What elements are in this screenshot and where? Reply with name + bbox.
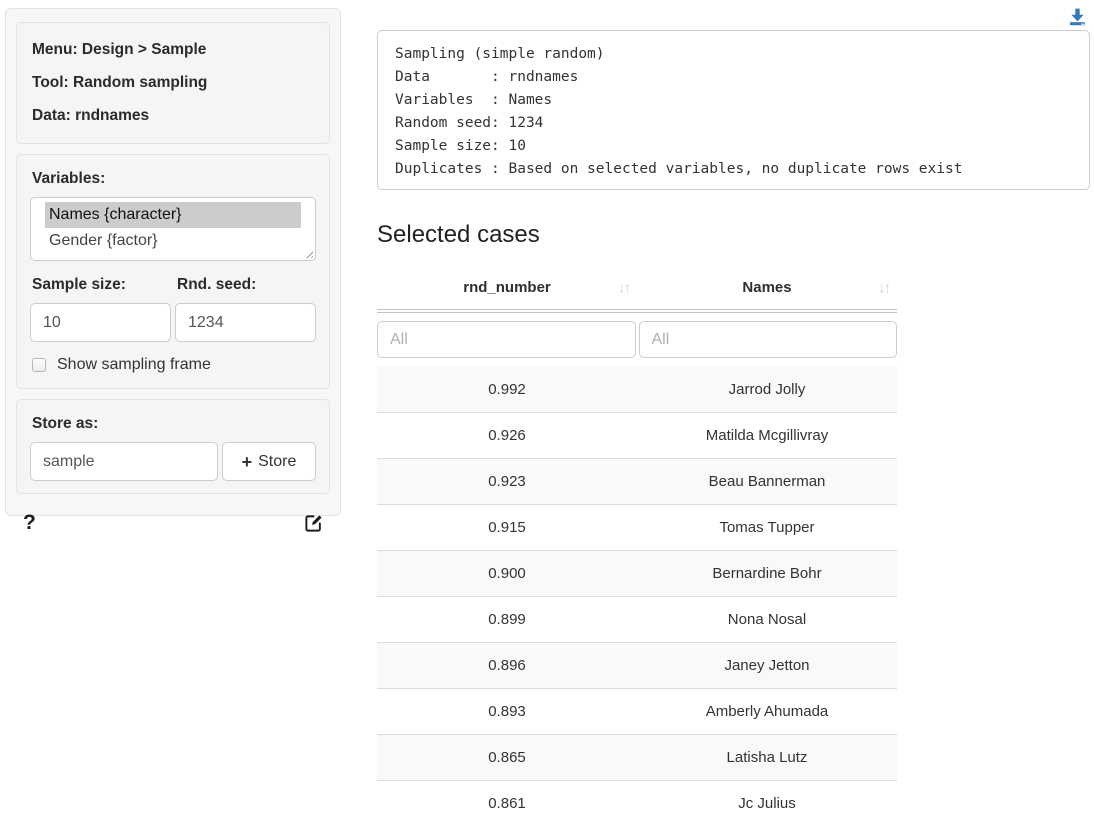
sidebar: Menu: Design > Sample Tool: Random sampl… bbox=[5, 8, 341, 516]
column-header-label: Names bbox=[742, 279, 791, 296]
table-cell: Tomas Tupper bbox=[637, 505, 897, 550]
sort-icon[interactable]: ↓↑ bbox=[878, 279, 889, 296]
store-as-input[interactable] bbox=[30, 442, 218, 481]
sample-size-input[interactable] bbox=[30, 303, 171, 342]
table-cell: Jarrod Jolly bbox=[637, 366, 897, 412]
table-cell: 0.896 bbox=[377, 643, 637, 688]
rnd-seed-label: Rnd. seed: bbox=[177, 276, 316, 294]
summary-output-text: Sampling (simple random) Data : rndnames… bbox=[395, 43, 1072, 181]
selected-cases-table: rnd_number ↓↑ Names ↓↑ 0.992Jarrod Jolly… bbox=[377, 266, 897, 826]
filter-row bbox=[377, 313, 897, 366]
summary-panel: Menu: Design > Sample Tool: Random sampl… bbox=[16, 22, 330, 144]
sidebar-footer: ? bbox=[16, 504, 330, 535]
variables-label: Variables: bbox=[32, 170, 316, 188]
variable-option[interactable]: Names {character} bbox=[45, 202, 301, 228]
variable-option[interactable]: Gender {factor} bbox=[45, 228, 301, 254]
store-as-label: Store as: bbox=[32, 415, 316, 433]
table-header: rnd_number ↓↑ Names ↓↑ bbox=[377, 266, 897, 309]
table-cell: 0.900 bbox=[377, 551, 637, 596]
store-panel: Store as: + Store bbox=[16, 399, 330, 494]
table-row[interactable]: 0.899Nona Nosal bbox=[377, 596, 897, 642]
table-row[interactable]: 0.992Jarrod Jolly bbox=[377, 366, 897, 412]
section-title: Selected cases bbox=[377, 221, 540, 249]
table-row[interactable]: 0.861Jc Julius bbox=[377, 780, 897, 826]
show-sampling-frame-checkbox[interactable] bbox=[32, 358, 46, 372]
store-button-label: Store bbox=[258, 453, 296, 471]
table-cell: 0.861 bbox=[377, 781, 637, 826]
table-body: 0.992Jarrod Jolly0.926Matilda Mcgillivra… bbox=[377, 366, 897, 826]
variables-options: Names {character}Gender {factor} bbox=[45, 202, 301, 254]
column-header-names[interactable]: Names ↓↑ bbox=[637, 266, 897, 309]
plus-icon: + bbox=[242, 453, 253, 471]
variables-select[interactable]: Names {character}Gender {factor} bbox=[30, 197, 316, 261]
sample-size-label: Sample size: bbox=[32, 276, 171, 294]
table-cell: 0.926 bbox=[377, 413, 637, 458]
table-cell: 0.992 bbox=[377, 366, 637, 412]
tool-label: Tool: Random sampling bbox=[32, 74, 316, 92]
table-row[interactable]: 0.893Amberly Ahumada bbox=[377, 688, 897, 734]
table-cell: 0.865 bbox=[377, 735, 637, 780]
table-cell: 0.899 bbox=[377, 597, 637, 642]
column-header-rnd-number[interactable]: rnd_number ↓↑ bbox=[377, 266, 637, 309]
table-cell: Bernardine Bohr bbox=[637, 551, 897, 596]
table-row[interactable]: 0.900Bernardine Bohr bbox=[377, 550, 897, 596]
store-button[interactable]: + Store bbox=[222, 442, 316, 481]
table-cell: Matilda Mcgillivray bbox=[637, 413, 897, 458]
sort-icon[interactable]: ↓↑ bbox=[618, 279, 629, 296]
table-row[interactable]: 0.896Janey Jetton bbox=[377, 642, 897, 688]
download-icon[interactable] bbox=[1067, 6, 1088, 27]
table-cell: Beau Bannerman bbox=[637, 459, 897, 504]
show-sampling-frame-label: Show sampling frame bbox=[57, 356, 211, 374]
rnd-seed-input[interactable] bbox=[175, 303, 316, 342]
column-header-label: rnd_number bbox=[463, 279, 551, 296]
table-cell: 0.915 bbox=[377, 505, 637, 550]
filter-input-names[interactable] bbox=[639, 321, 898, 358]
resize-grip-icon[interactable] bbox=[304, 249, 313, 258]
dataset-label: Data: rndnames bbox=[32, 107, 316, 125]
table-cell: Janey Jetton bbox=[637, 643, 897, 688]
table-row[interactable]: 0.926Matilda Mcgillivray bbox=[377, 412, 897, 458]
table-row[interactable]: 0.865Latisha Lutz bbox=[377, 734, 897, 780]
table-cell: Jc Julius bbox=[637, 781, 897, 826]
edit-icon[interactable] bbox=[304, 514, 323, 533]
filter-input-rnd-number[interactable] bbox=[377, 321, 636, 358]
show-sampling-frame-row: Show sampling frame bbox=[32, 356, 316, 374]
table-row[interactable]: 0.915Tomas Tupper bbox=[377, 504, 897, 550]
table-cell: Nona Nosal bbox=[637, 597, 897, 642]
table-cell: 0.893 bbox=[377, 689, 637, 734]
help-icon[interactable]: ? bbox=[23, 511, 36, 535]
table-row[interactable]: 0.923Beau Bannerman bbox=[377, 458, 897, 504]
menu-breadcrumb: Menu: Design > Sample bbox=[32, 41, 316, 59]
table-cell: Latisha Lutz bbox=[637, 735, 897, 780]
table-cell: 0.923 bbox=[377, 459, 637, 504]
table-cell: Amberly Ahumada bbox=[637, 689, 897, 734]
variables-panel: Variables: Names {character}Gender {fact… bbox=[16, 154, 330, 389]
summary-output-box: Sampling (simple random) Data : rndnames… bbox=[377, 30, 1090, 190]
